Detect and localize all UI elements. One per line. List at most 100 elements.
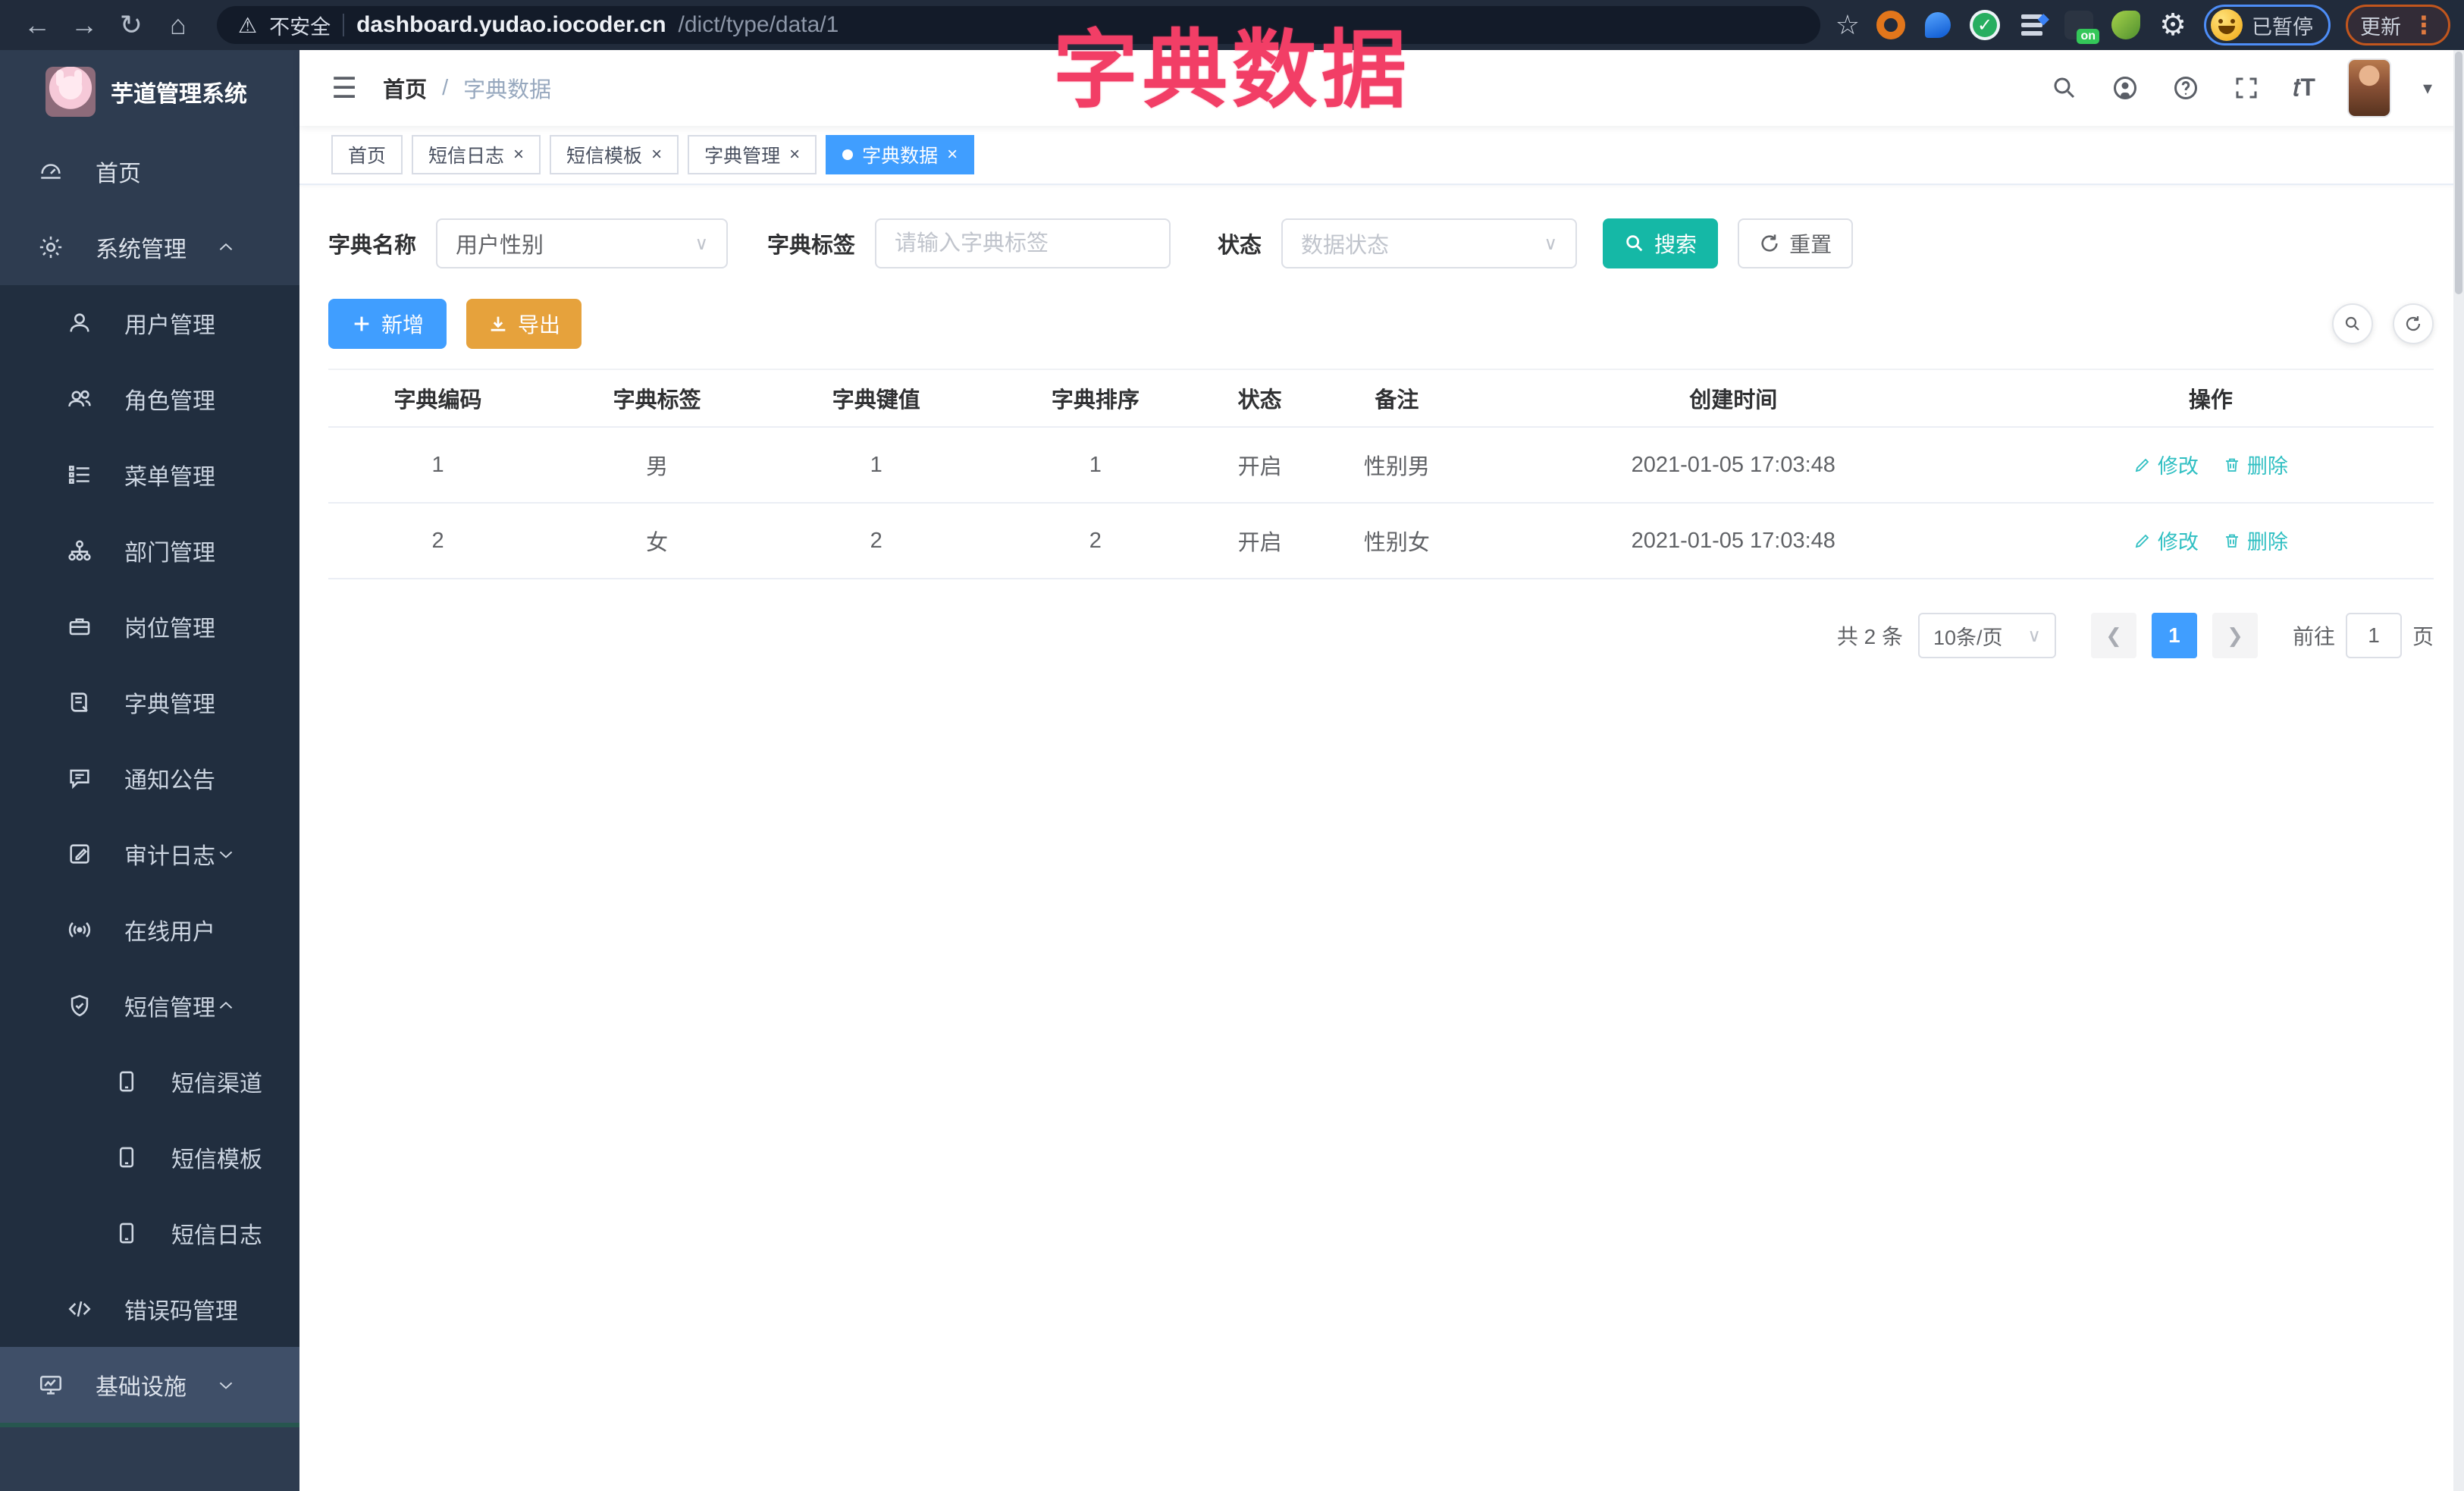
chevron-down-icon bbox=[216, 844, 236, 864]
sidebar-item-dict[interactable]: 字典管理 bbox=[0, 664, 299, 740]
sidebar-item-menu[interactable]: 菜单管理 bbox=[0, 437, 299, 513]
extension-on-badge-icon[interactable]: on bbox=[2063, 9, 2099, 44]
page-scrollbar[interactable] bbox=[2453, 50, 2464, 1491]
breadcrumb-home[interactable]: 首页 bbox=[383, 72, 427, 104]
extension-green-leaf-icon[interactable] bbox=[2110, 9, 2142, 41]
extension-green-check-icon[interactable]: ✓ bbox=[1969, 9, 2001, 41]
monitor-icon bbox=[38, 1372, 64, 1398]
bookmark-star-icon[interactable]: ☆ bbox=[1835, 9, 1860, 41]
extensions-puzzle-icon[interactable]: ⚙ bbox=[2157, 8, 2189, 42]
edit-link[interactable]: 修改 bbox=[2133, 450, 2199, 479]
header-search-icon[interactable] bbox=[2051, 74, 2078, 102]
sidebar-item-sms-channel[interactable]: 短信渠道 bbox=[0, 1044, 299, 1119]
goto-page-input[interactable] bbox=[2345, 613, 2402, 658]
sidebar-item-infra[interactable]: 基础设施 bbox=[0, 1347, 299, 1423]
edit-link[interactable]: 修改 bbox=[2133, 526, 2199, 555]
cell-code: 2 bbox=[328, 503, 548, 579]
tab-短信模板[interactable]: 短信模板 × bbox=[550, 135, 679, 174]
sidebar-item-label: 系统管理 bbox=[96, 237, 187, 262]
sidebar-item-sms-template[interactable]: 短信模板 bbox=[0, 1119, 299, 1195]
tab-close-icon[interactable]: × bbox=[789, 146, 800, 164]
tab-label: 字典数据 bbox=[862, 146, 939, 167]
download-icon bbox=[487, 313, 509, 334]
sidebar-item-errcode[interactable]: 错误码管理 bbox=[0, 1271, 299, 1347]
table-row: 2 女 2 2 开启 性别女 2021-01-05 17:03:48 修改 删除 bbox=[328, 503, 2434, 579]
browser-menu-kebab-icon[interactable]: ⋮ bbox=[2412, 11, 2436, 39]
dict-name-select[interactable]: 用户性别 ∨ bbox=[436, 218, 729, 268]
book-icon bbox=[67, 689, 92, 715]
extension-orange-ring-icon[interactable] bbox=[1875, 9, 1907, 41]
tab-close-icon[interactable]: × bbox=[947, 146, 958, 164]
tab-字典数据[interactable]: 字典数据 × bbox=[826, 135, 975, 174]
browser-back-button[interactable]: ← bbox=[14, 6, 61, 44]
browser-forward-button[interactable]: → bbox=[61, 6, 108, 44]
code-icon bbox=[67, 1296, 92, 1322]
toggle-search-button[interactable] bbox=[2332, 303, 2373, 344]
address-bar[interactable]: ⚠ 不安全 dashboard.yudao.iocoder.cn /dict/t… bbox=[217, 6, 1820, 44]
cell-status: 开启 bbox=[1205, 503, 1315, 579]
export-button[interactable]: 导出 bbox=[466, 299, 582, 349]
status-select[interactable]: 数据状态 ∨ bbox=[1281, 218, 1578, 268]
sidebar-item-notice[interactable]: 通知公告 bbox=[0, 740, 299, 816]
browser-home-button[interactable]: ⌂ bbox=[155, 6, 202, 44]
github-icon[interactable] bbox=[2111, 74, 2139, 102]
sidebar-item-label: 短信管理 bbox=[124, 996, 215, 1021]
help-icon[interactable] bbox=[2172, 74, 2199, 102]
sidebar-menu: 首页系统管理用户管理角色管理菜单管理部门管理 岗位管理 字典管理 通知公告 审计日志 在线… bbox=[0, 133, 299, 1423]
delete-link[interactable]: 删除 bbox=[2223, 526, 2288, 555]
prev-page-button[interactable]: ❮ bbox=[2090, 613, 2136, 658]
font-size-icon[interactable]: 𝑡T bbox=[2293, 74, 2315, 102]
gear-icon bbox=[38, 234, 64, 260]
page-unit-label: 页 bbox=[2412, 625, 2434, 648]
app-logo[interactable]: 芋道管理系统 bbox=[0, 50, 299, 133]
extension-bars-diamond-icon[interactable]: ◆ bbox=[2016, 9, 2049, 41]
tab-短信日志[interactable]: 短信日志 × bbox=[412, 135, 541, 174]
current-page[interactable]: 1 bbox=[2151, 613, 2197, 658]
add-button[interactable]: 新增 bbox=[328, 299, 447, 349]
delete-link[interactable]: 删除 bbox=[2223, 450, 2288, 479]
cell-remark: 性别男 bbox=[1314, 427, 1479, 504]
dashboard-icon bbox=[38, 159, 64, 184]
sidebar-item-system[interactable]: 系统管理 bbox=[0, 209, 299, 285]
dict-label-input[interactable] bbox=[875, 218, 1171, 268]
user-menu-caret-icon[interactable]: ▾ bbox=[2423, 77, 2432, 99]
next-page-button[interactable]: ❯ bbox=[2212, 613, 2258, 658]
column-header: 操作 bbox=[1987, 369, 2434, 428]
sidebar-item-sms[interactable]: 短信管理 bbox=[0, 968, 299, 1044]
sidebar-item-home[interactable]: 首页 bbox=[0, 133, 299, 209]
column-header: 状态 bbox=[1205, 369, 1315, 428]
browser-reload-button[interactable]: ↻ bbox=[108, 6, 155, 44]
column-header: 字典排序 bbox=[986, 369, 1205, 428]
browser-update-button[interactable]: 更新 ⋮ bbox=[2346, 5, 2450, 46]
tab-close-icon[interactable]: × bbox=[513, 146, 524, 164]
sidebar-item-online[interactable]: 在线用户 bbox=[0, 892, 299, 968]
sidebar-item-post[interactable]: 岗位管理 bbox=[0, 589, 299, 664]
tab-close-icon[interactable]: × bbox=[651, 146, 662, 164]
dict-data-table: 字典编码 字典标签 字典键值 字典排序 状态 备注 创建时间 操作 1 男 1 1 开启 性别男 2021… bbox=[328, 369, 2434, 579]
user-avatar[interactable] bbox=[2348, 60, 2390, 116]
browser-profile-button[interactable]: 已暂停 bbox=[2204, 5, 2331, 46]
sidebar-item-role[interactable]: 角色管理 bbox=[0, 361, 299, 437]
sidebar-item-label: 首页 bbox=[96, 162, 141, 187]
sidebar-item-sms-log[interactable]: 短信日志 bbox=[0, 1195, 299, 1271]
scrollbar-thumb[interactable] bbox=[2455, 52, 2462, 294]
page-size-select[interactable]: 10条/页 ∨ bbox=[1917, 613, 2056, 658]
cell-created: 2021-01-05 17:03:48 bbox=[1478, 503, 1988, 579]
search-button[interactable]: 搜索 bbox=[1603, 218, 1719, 268]
extension-blue-drop-icon[interactable] bbox=[1922, 9, 1954, 41]
sidebar-item-label: 角色管理 bbox=[124, 389, 215, 414]
sidebar-item-audit[interactable]: 审计日志 bbox=[0, 816, 299, 892]
cell-value: 2 bbox=[766, 503, 986, 579]
sidebar-item-user[interactable]: 用户管理 bbox=[0, 285, 299, 361]
profile-emoji-avatar bbox=[2211, 9, 2243, 41]
tab-首页[interactable]: 首页 bbox=[331, 135, 403, 174]
sidebar-toggle-icon[interactable]: ☰ bbox=[331, 71, 357, 105]
user-icon bbox=[67, 310, 92, 336]
fullscreen-icon[interactable] bbox=[2233, 74, 2260, 102]
reset-button[interactable]: 重置 bbox=[1738, 218, 1854, 268]
sidebar-item-dept[interactable]: 部门管理 bbox=[0, 513, 299, 589]
tab-字典管理[interactable]: 字典管理 × bbox=[688, 135, 817, 174]
refresh-table-button[interactable] bbox=[2393, 303, 2434, 344]
sidebar-item-label: 菜单管理 bbox=[124, 465, 215, 490]
tab-label: 短信日志 bbox=[428, 146, 505, 167]
